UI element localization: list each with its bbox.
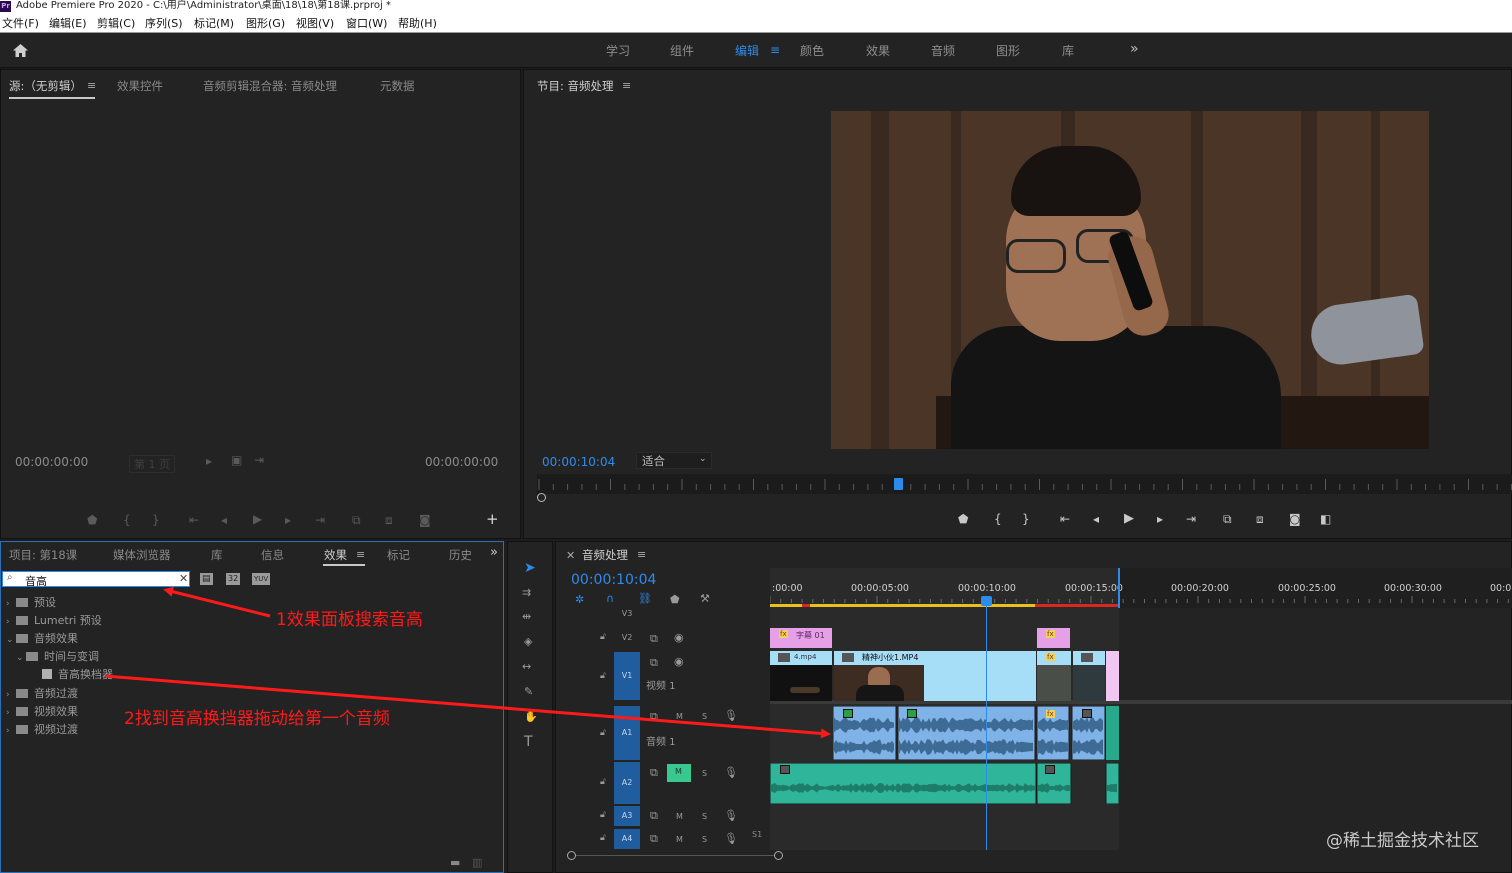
annotation-step-1: 1效果面板搜索音高 bbox=[276, 610, 423, 630]
annotation-arrow-1 bbox=[163, 586, 271, 618]
watermark: @稀土掘金技术社区 bbox=[1326, 831, 1479, 851]
annotation-arrows bbox=[104, 586, 831, 739]
annotation-step-2: 2找到音高换挡器拖动给第一个音频 bbox=[124, 709, 390, 729]
